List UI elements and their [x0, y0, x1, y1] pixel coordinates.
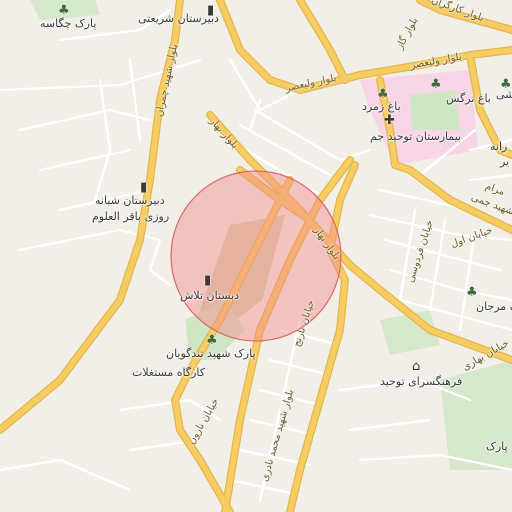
label-park-marjan[interactable]: پارک مرجان: [476, 300, 512, 313]
label-bagh-narges[interactable]: باغ نرگس: [446, 92, 491, 105]
hospital-icon: ✚: [384, 113, 395, 128]
label-school-night[interactable]: دبیرستان شبانه: [95, 194, 165, 207]
label-hospital-tohid[interactable]: بیمارستان توحید جم: [370, 130, 461, 143]
tree-icon: ♣: [466, 285, 478, 300]
museum-icon: ⌂: [412, 359, 421, 374]
label-right-edge-1: شی: [496, 88, 512, 101]
label-farhangsara[interactable]: فرهنگسرای توحید: [380, 375, 462, 388]
school-icon: ▮: [140, 180, 148, 195]
tree-icon: ♣: [58, 3, 70, 18]
label-school-baqer[interactable]: روزی باقر العلوم: [92, 210, 169, 223]
label-park-chagaseh[interactable]: پارک چگاسه: [40, 17, 96, 30]
label-bagh-zomorod[interactable]: باغ زمرد: [362, 100, 401, 113]
label-park-tondgooyan[interactable]: پارک شهید تندگویان: [166, 347, 256, 360]
label-right-edge-2: رانه: [490, 140, 508, 153]
label-park-east: پارک: [486, 440, 508, 453]
label-school-talash[interactable]: دبستان تلاش: [180, 289, 239, 302]
tree-icon: ♣: [430, 77, 442, 92]
label-school-shariati[interactable]: دبیرستان شریعتی: [138, 12, 219, 25]
map-canvas[interactable]: ♣ ▮ ♣ ♣ ♣ ✚ ▮ ▮ ♣ ♣ ⌂ پارک چگاسه دبیرستا…: [0, 0, 512, 512]
label-right-edge-3: یر: [500, 155, 510, 168]
label-kargah[interactable]: کارگاه مستغلات: [132, 366, 205, 379]
tree-icon: ♣: [206, 333, 218, 348]
school-icon: ▮: [204, 273, 212, 288]
highlight-circle: [170, 170, 342, 342]
